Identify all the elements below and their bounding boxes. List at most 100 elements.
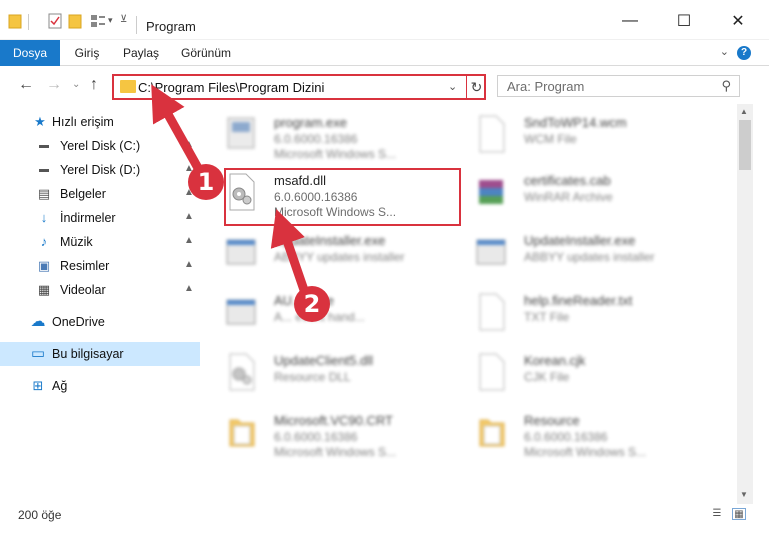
file-name: UpdateClient5.dll [274, 353, 374, 368]
new-folder-icon[interactable] [68, 13, 82, 29]
sidebar-item-onedrive[interactable]: ☁ OneDrive [0, 310, 200, 334]
file-name: certificates.cab [524, 173, 611, 188]
list-item[interactable]: UpdateInstaller.exe ABBYY updates instal… [452, 226, 692, 282]
sidebar-item-videos[interactable]: ▦ Videolar ▲ [0, 278, 200, 302]
forward-button[interactable]: → [46, 76, 62, 94]
search-icon[interactable]: ⚲ [721, 78, 731, 94]
file-name: Microsoft.VC90.CRT [274, 413, 393, 428]
sidebar-item-quick-access[interactable]: ★ Hızlı erişim [0, 110, 200, 134]
tab-share[interactable]: Paylaş [120, 40, 162, 66]
ribbon: Dosya Giriş Paylaş Görünüm ⌄ ? [0, 40, 769, 66]
back-button[interactable]: ← [18, 76, 34, 94]
file-description: Microsoft Windows S... [274, 445, 397, 459]
computer-icon: ▭ [30, 345, 46, 362]
sidebar-item-label: Bu bilgisayar [52, 347, 124, 361]
navigation-pane: ★ Hızlı erişim ▬ Yerel Disk (C:) ▲ ▬ Yer… [0, 104, 202, 504]
sidebar-item-label: Müzik [60, 235, 93, 249]
address-dropdown-icon[interactable]: ⌄ [448, 80, 457, 93]
file-type: TXT File [524, 310, 570, 324]
drive-icon: ▬ [39, 140, 49, 151]
list-item[interactable]: SndToWP14.wcm WCM File [452, 108, 692, 164]
properties-icon[interactable] [48, 13, 62, 29]
search-input[interactable]: Ara: Program ⚲ [497, 75, 740, 97]
sidebar-item-label: İndirmeler [60, 211, 116, 225]
pin-icon[interactable]: ▲ [184, 259, 194, 270]
folder-icon[interactable] [8, 13, 22, 29]
file-type: Resource DLL [274, 370, 351, 384]
scroll-thumb[interactable] [739, 120, 751, 170]
list-item[interactable]: UpdateClient5.dll Resource DLL [202, 346, 442, 402]
file-version: 6.0.6000.16386 [274, 430, 358, 444]
documents-icon: ▤ [37, 186, 51, 201]
folder-icon [479, 419, 505, 447]
view-options-icon[interactable] [90, 13, 106, 29]
scroll-up-icon[interactable]: ▲ [740, 107, 748, 116]
address-bar[interactable]: C:\Program Files\Program Dizini ⌄ ↻ [112, 74, 486, 100]
up-button[interactable]: ↑ [90, 76, 98, 94]
tab-view[interactable]: Görünüm [176, 40, 236, 66]
application-icon [226, 299, 256, 325]
document-icon [479, 293, 505, 331]
maximize-button[interactable]: ☐ [664, 10, 704, 32]
tiles-view-icon[interactable]: ▦ [732, 508, 746, 520]
target-file-highlight [224, 168, 461, 226]
list-item[interactable]: Microsoft.VC90.CRT 6.0.6000.16386 Micros… [202, 406, 442, 462]
music-icon: ♪ [40, 234, 48, 249]
list-item[interactable]: UpdateInstaller.exe ABBYY updates instal… [202, 226, 442, 282]
customize-toolbar-icon[interactable]: ⊻ [120, 14, 127, 25]
pin-icon[interactable]: ▲ [184, 283, 194, 294]
sidebar-item-pictures[interactable]: ▣ Resimler ▲ [0, 254, 200, 278]
archive-icon [479, 180, 503, 204]
document-icon [479, 115, 505, 153]
step-2-badge: 2 [294, 286, 330, 322]
list-item[interactable]: Resource 6.0.6000.16386 Microsoft Window… [452, 406, 692, 462]
details-view-icon[interactable]: ☰ [710, 508, 724, 520]
file-description: Microsoft Windows S... [524, 445, 647, 459]
sidebar-item-this-pc[interactable]: ▭ Bu bilgisayar [0, 342, 200, 366]
expand-ribbon-icon[interactable]: ⌄ [720, 45, 729, 58]
pictures-icon: ▣ [37, 258, 51, 273]
pin-icon[interactable]: ▲ [184, 235, 194, 246]
status-bar: 200 öğe ☰ ▦ [0, 504, 769, 528]
file-name: Resource [524, 413, 580, 428]
sidebar-item-documents[interactable]: ▤ Belgeler ▲ [0, 182, 200, 206]
tab-file[interactable]: Dosya [0, 40, 60, 66]
sidebar-item-label: Yerel Disk (D:) [60, 163, 141, 177]
pin-icon[interactable]: ▲ [184, 211, 194, 222]
sidebar-item-local-disk-d[interactable]: ▬ Yerel Disk (D:) ▲ [0, 158, 200, 182]
sidebar-item-label: Resimler [60, 259, 110, 273]
sidebar-item-network[interactable]: ⊞ Ağ [0, 374, 200, 398]
pin-icon[interactable]: ▲ [184, 139, 194, 150]
sidebar-item-label: Ağ [52, 379, 68, 393]
address-path[interactable]: C:\Program Files\Program Dizini [138, 80, 324, 95]
list-item[interactable]: Korean.cjk CJK File [452, 346, 692, 402]
sidebar-item-label: Belgeler [60, 187, 106, 201]
file-name: SndToWP14.wcm [524, 115, 627, 130]
tab-home[interactable]: Giriş [66, 40, 108, 66]
list-item[interactable]: program.exe 6.0.6000.16386 Microsoft Win… [202, 108, 442, 164]
file-name: UpdateInstaller.exe [274, 233, 386, 248]
videos-icon: ▦ [37, 282, 51, 297]
scroll-down-icon[interactable]: ▼ [740, 490, 748, 499]
file-type: WinRAR Archive [524, 190, 613, 204]
help-icon[interactable]: ? [737, 46, 751, 60]
vertical-scrollbar[interactable]: ▲ ▼ [737, 104, 753, 504]
drive-icon: ▬ [39, 164, 49, 175]
sidebar-item-music[interactable]: ♪ Müzik ▲ [0, 230, 200, 254]
sidebar-item-downloads[interactable]: ↓ İndirmeler ▲ [0, 206, 200, 230]
sidebar-item-local-disk-c[interactable]: ▬ Yerel Disk (C:) ▲ [0, 134, 200, 158]
file-name: UpdateInstaller.exe [524, 233, 636, 248]
network-icon: ⊞ [32, 378, 44, 393]
executable-icon [227, 117, 255, 149]
navigation-bar: ← → ⌄ ↑ C:\Program Files\Program Dizini … [0, 66, 769, 104]
refresh-button[interactable]: ↻ [466, 76, 486, 98]
close-button[interactable]: ✕ [718, 10, 758, 32]
list-item[interactable]: help.fineReader.txt TXT File [452, 286, 692, 342]
file-list: program.exe 6.0.6000.16386 Microsoft Win… [202, 104, 737, 504]
minimize-button[interactable]: — [610, 10, 650, 32]
sidebar-item-label: Videolar [60, 283, 106, 297]
qa-dropdown-icon[interactable]: ▾ [108, 15, 113, 26]
recent-locations-button[interactable]: ⌄ [72, 79, 80, 90]
file-name: help.fineReader.txt [524, 293, 633, 308]
list-item[interactable]: certificates.cab WinRAR Archive [452, 166, 692, 222]
